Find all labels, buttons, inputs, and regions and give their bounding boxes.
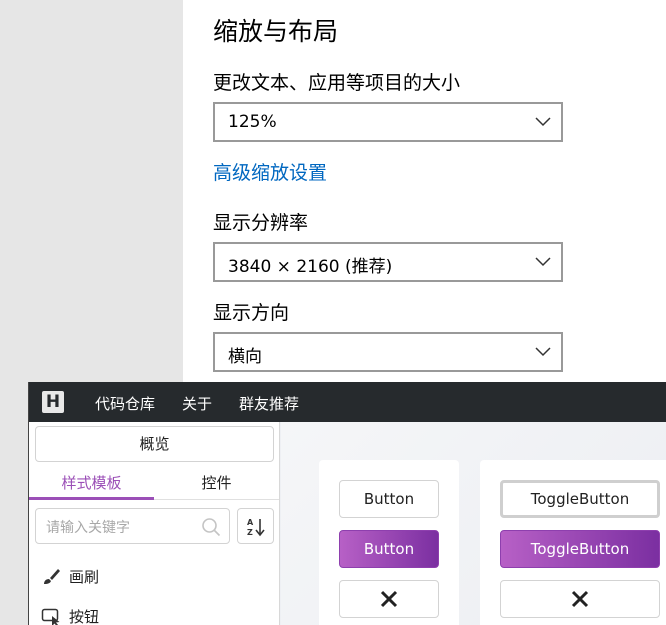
icon-toggle-button[interactable] [500,580,660,618]
scale-dropdown[interactable]: 125% [213,102,563,142]
orientation-dropdown[interactable]: 横向 [213,332,563,372]
tab-style-templates[interactable]: 样式模板 [29,472,154,500]
svg-text:Z: Z [247,528,253,537]
default-button[interactable]: Button [339,480,439,518]
sidebar-item-button[interactable]: 按钮 [41,604,271,625]
demo-content: Button Button ToggleButton ToggleButton [281,422,666,625]
togglebutton-card: ToggleButton ToggleButton [480,460,666,625]
resolution-value: 3840 × 2160 (推荐) [228,257,393,277]
overview-button[interactable]: 概览 [35,426,274,462]
app-logo: H [42,391,64,413]
search-icon[interactable] [201,517,221,537]
sort-az-icon: A Z [247,518,265,537]
sidebar-item-label: 画刷 [69,568,100,586]
tab-controls[interactable]: 控件 [154,472,279,500]
sidebar-item-label: 按钮 [69,608,100,625]
app-sidebar: 概览 样式模板 控件 请输入关键字 A Z 画刷 按钮 [29,422,280,625]
primary-toggle-button[interactable]: ToggleButton [500,530,660,568]
chevron-down-icon [535,347,551,357]
button-card: Button Button [319,460,459,625]
sort-button[interactable]: A Z [237,508,274,544]
chevron-down-icon [535,257,551,267]
close-icon [380,590,398,608]
section-title: 缩放与布局 [213,17,339,46]
close-icon [571,590,589,608]
search-input[interactable]: 请输入关键字 [35,508,230,544]
sidebar-item-brush[interactable]: 画刷 [41,564,271,590]
icon-button[interactable] [339,580,439,618]
brush-icon [44,569,60,584]
menu-recommend[interactable]: 群友推荐 [239,393,299,414]
resolution-label: 显示分辨率 [213,212,309,234]
menu-code-repo[interactable]: 代码仓库 [95,393,155,414]
chevron-down-icon [535,117,551,127]
demo-app-window: H 代码仓库 关于 群友推荐 概览 样式模板 控件 请输入关键字 A Z 画刷 … [28,382,666,625]
scale-label: 更改文本、应用等项目的大小 [213,72,461,94]
button-icon [41,608,60,625]
scale-value: 125% [228,112,277,132]
resolution-dropdown[interactable]: 3840 × 2160 (推荐) [213,242,563,282]
primary-button[interactable]: Button [339,530,439,568]
advanced-scaling-link[interactable]: 高级缩放设置 [213,158,327,185]
search-placeholder: 请输入关键字 [46,520,130,536]
checked-toggle-button[interactable]: ToggleButton [500,480,660,518]
menu-about[interactable]: 关于 [182,393,212,414]
orientation-value: 横向 [228,347,262,367]
app-titlebar: H 代码仓库 关于 群友推荐 [29,382,666,422]
orientation-label: 显示方向 [213,302,290,324]
svg-text:A: A [247,518,254,527]
